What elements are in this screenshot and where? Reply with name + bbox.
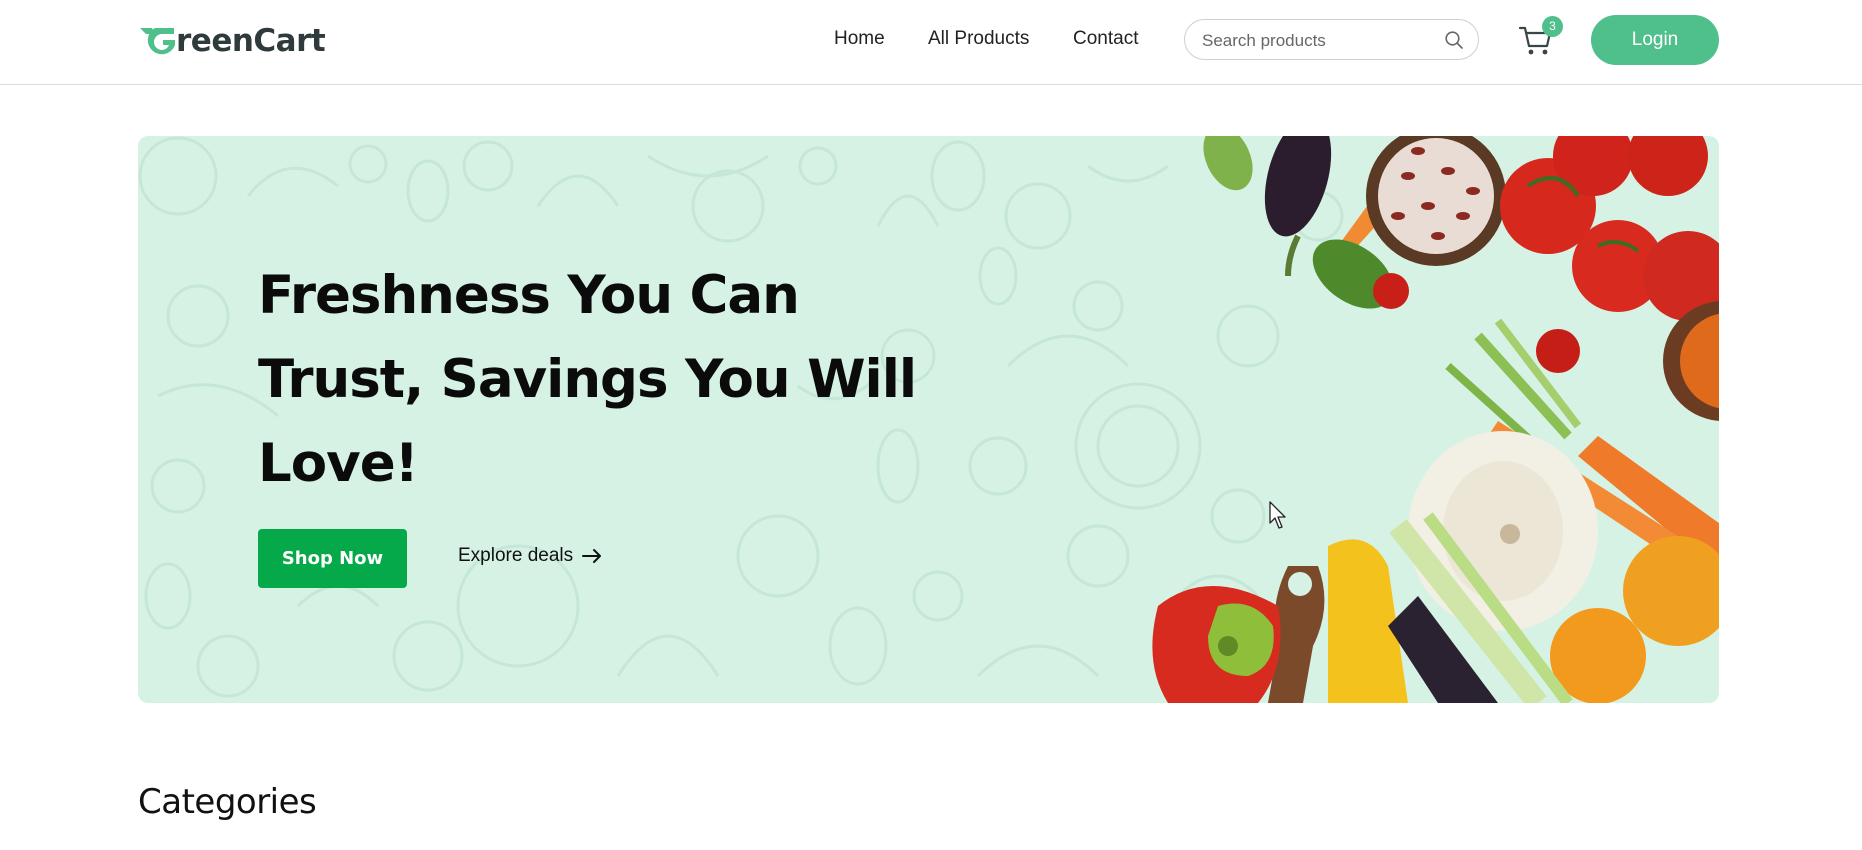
shop-now-button[interactable]: Shop Now xyxy=(258,529,407,588)
navbar: reenCart Home All Products Contact 3 Log… xyxy=(0,0,1862,85)
brand-name: reenCart xyxy=(176,23,326,59)
search-box xyxy=(1184,19,1479,61)
vegetables-image xyxy=(1152,136,1719,703)
explore-deals-label: Explore deals xyxy=(458,545,574,566)
nav-all-products[interactable]: All Products xyxy=(928,28,1029,50)
search-input[interactable] xyxy=(1200,20,1439,61)
explore-deals-link[interactable]: Explore deals xyxy=(458,545,602,567)
g-logo-icon xyxy=(140,28,175,55)
cart-count-badge: 3 xyxy=(1542,16,1563,37)
hero-heading: Freshness You Can Trust, Savings You Wil… xyxy=(258,265,917,494)
nav-contact[interactable]: Contact xyxy=(1073,28,1138,50)
arrow-right-icon xyxy=(582,549,602,563)
hero-banner: Freshness You Can Trust, Savings You Wil… xyxy=(138,136,1719,703)
mouse-pointer-icon xyxy=(1269,501,1286,529)
nav-home[interactable]: Home xyxy=(834,28,885,50)
brand-logo[interactable]: reenCart xyxy=(138,20,326,62)
search-icon[interactable] xyxy=(1444,30,1464,50)
categories-heading: Categories xyxy=(138,782,317,822)
login-button[interactable]: Login xyxy=(1591,15,1719,65)
